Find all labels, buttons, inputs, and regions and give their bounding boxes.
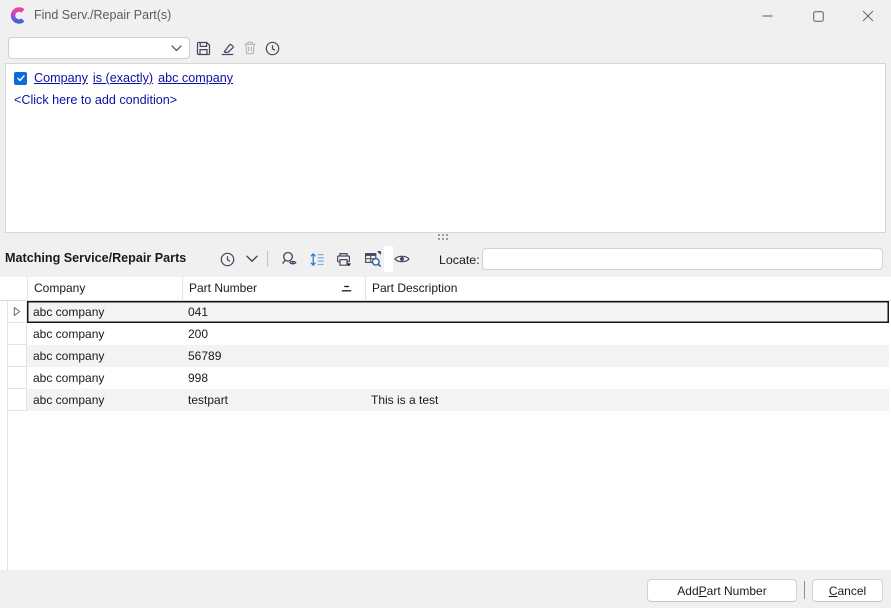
recent-filters-button[interactable] <box>260 37 284 59</box>
eye-icon <box>393 250 411 268</box>
add-part-number-button[interactable]: Add Part Number <box>647 579 797 602</box>
printer-icon <box>335 251 352 268</box>
cell-part-number[interactable]: 998 <box>182 367 365 389</box>
chevron-down-icon <box>246 255 258 263</box>
row-selector-cell[interactable] <box>7 301 27 323</box>
grid-search-icon <box>364 250 382 268</box>
sort-lines-icon <box>309 251 326 268</box>
cell-part-number[interactable]: 041 <box>182 301 365 323</box>
condition-checkbox[interactable] <box>14 72 27 85</box>
clock-icon <box>264 40 281 57</box>
cell-company[interactable]: abc company <box>27 345 182 367</box>
cell-part-number[interactable]: 200 <box>182 323 365 345</box>
minimize-button[interactable] <box>744 0 790 32</box>
find-service-repair-parts-dialog: Find Serv./Repair Part(s) <box>0 0 891 608</box>
button-text: ancel <box>837 584 866 598</box>
table-row[interactable]: abc company 56789 <box>0 345 891 367</box>
condition-panel: Company is (exactly) abc company <Click … <box>5 63 886 233</box>
preview-toggle-button[interactable] <box>390 247 414 271</box>
row-selector-cell[interactable] <box>7 345 27 367</box>
cell-part-number[interactable]: testpart <box>182 389 365 411</box>
chevron-down-icon <box>171 45 182 52</box>
eraser-icon <box>219 40 236 57</box>
row-selector-cell[interactable] <box>7 323 27 345</box>
print-button[interactable] <box>331 247 355 271</box>
title-bar: Find Serv./Repair Part(s) <box>0 0 891 32</box>
current-row-arrow-icon <box>13 306 21 317</box>
row-selector-cell[interactable] <box>7 389 27 411</box>
locate-input[interactable] <box>482 248 883 270</box>
condition-value-link[interactable]: abc company <box>158 71 233 85</box>
splitter-handle[interactable] <box>438 234 448 240</box>
button-text: art Number <box>707 584 767 598</box>
search-preview-button[interactable] <box>277 247 301 271</box>
results-history-dropdown-button[interactable] <box>240 247 264 271</box>
cancel-button[interactable]: Cancel <box>812 579 883 602</box>
close-button[interactable] <box>845 0 891 32</box>
footer-bar: Add Part Number Cancel <box>0 570 891 608</box>
table-row[interactable]: abc company testpart This is a test <box>0 389 891 411</box>
sort-button[interactable] <box>305 247 329 271</box>
table-left-rail <box>7 411 8 570</box>
condition-field-link[interactable]: Company <box>34 71 88 85</box>
cell-part-description[interactable]: This is a test <box>365 389 889 411</box>
delete-filter-button[interactable] <box>238 37 262 59</box>
column-header-part-description[interactable]: Part Description <box>365 277 891 301</box>
cell-company[interactable]: abc company <box>27 367 182 389</box>
search-preview-icon <box>280 250 298 268</box>
condition-operator-link[interactable]: is (exactly) <box>93 71 153 85</box>
row-content[interactable]: abc company 041 <box>27 301 889 323</box>
sort-ascending-icon <box>340 284 353 294</box>
table-row[interactable]: abc company 998 <box>0 367 891 389</box>
column-header-part-number[interactable]: Part Number <box>182 277 365 301</box>
button-text: Add <box>677 584 698 598</box>
cell-part-number[interactable]: 56789 <box>182 345 365 367</box>
table-body: abc company 041 abc company 200 <box>0 301 891 411</box>
clock-icon <box>219 251 236 268</box>
trash-icon <box>242 40 258 56</box>
clear-filter-button[interactable] <box>215 37 239 59</box>
locate-label: Locate: <box>439 253 480 267</box>
filter-preset-combobox[interactable] <box>8 37 190 59</box>
app-logo-icon <box>10 7 27 24</box>
cell-company[interactable]: abc company <box>27 323 182 345</box>
footer-separator <box>804 581 805 599</box>
cell-company[interactable]: abc company <box>27 301 182 323</box>
row-content[interactable]: abc company testpart This is a test <box>27 389 889 411</box>
column-header-company[interactable]: Company <box>27 277 182 301</box>
toolbar-separator <box>267 251 268 267</box>
button-mnemonic: C <box>829 584 838 598</box>
table-header-row: Company Part Number Part Description <box>0 277 891 301</box>
results-section-title: Matching Service/Repair Parts <box>5 251 186 265</box>
results-history-button[interactable] <box>215 247 239 271</box>
window-title: Find Serv./Repair Part(s) <box>34 0 171 31</box>
table-row[interactable]: abc company 041 <box>0 301 891 323</box>
condition-row: Company is (exactly) abc company <box>14 71 238 85</box>
button-mnemonic: P <box>699 584 707 598</box>
add-condition-link[interactable]: <Click here to add condition> <box>14 93 177 107</box>
maximize-button[interactable] <box>795 0 841 32</box>
row-content[interactable]: abc company 56789 <box>27 345 889 367</box>
cell-company[interactable]: abc company <box>27 389 182 411</box>
row-content[interactable]: abc company 200 <box>27 323 889 345</box>
grid-view-search-button[interactable] <box>361 247 385 271</box>
save-icon <box>195 40 212 57</box>
table-row[interactable]: abc company 200 <box>0 323 891 345</box>
save-filter-button[interactable] <box>191 37 215 59</box>
row-selector-cell[interactable] <box>7 367 27 389</box>
results-table: Company Part Number Part Description abc… <box>0 277 891 570</box>
row-content[interactable]: abc company 998 <box>27 367 889 389</box>
